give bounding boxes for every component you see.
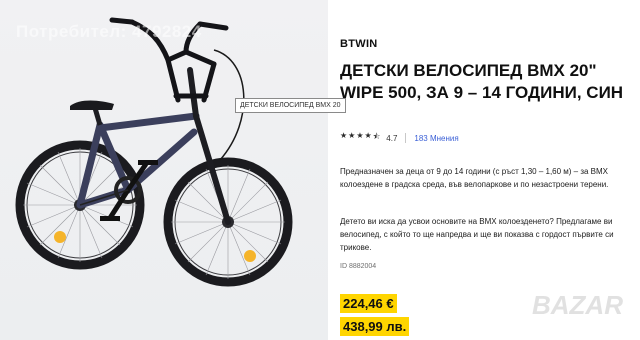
user-watermark: Потребител: 4792824 xyxy=(16,22,202,41)
site-logo-watermark: BAZAR xyxy=(532,290,623,320)
star-icon: ★ xyxy=(348,131,356,140)
star-half-icon: ⯪ xyxy=(372,132,381,141)
description-paragraph-2: Детето ви иска да усвои основите на BMX … xyxy=(340,217,614,252)
rating-value: 4.7 xyxy=(386,133,398,143)
product-id: ID 8882004 xyxy=(340,263,377,270)
rating-stars: ★ ★ ★ ★ ⯪ xyxy=(340,131,380,145)
star-icon: ★ xyxy=(364,131,372,140)
price-old: 438,99 лв. xyxy=(340,317,410,336)
description-paragraph-1: Предназначен за деца от 9 до 14 години (… xyxy=(340,167,609,189)
rating-row: ★ ★ ★ ★ ⯪ 4.7 183 Мнения xyxy=(340,131,459,145)
product-image[interactable]: Потребител: 4792824 xyxy=(0,0,328,340)
star-icon: ★ xyxy=(340,131,348,140)
image-tooltip: ДЕТСКИ ВЕЛОСИПЕД BMX 20 xyxy=(235,98,346,113)
price-sale: 224,46 € xyxy=(340,294,397,313)
bmx-bike-illustration xyxy=(15,17,293,287)
divider xyxy=(405,133,407,143)
brand-name[interactable]: BTWIN xyxy=(340,38,378,50)
reviews-link[interactable]: 183 Мнения xyxy=(414,134,458,143)
star-icon: ★ xyxy=(356,131,364,140)
product-title: ДЕТСКИ ВЕЛОСИПЕД BMX 20" WIPE 500, ЗА 9 … xyxy=(340,61,624,102)
